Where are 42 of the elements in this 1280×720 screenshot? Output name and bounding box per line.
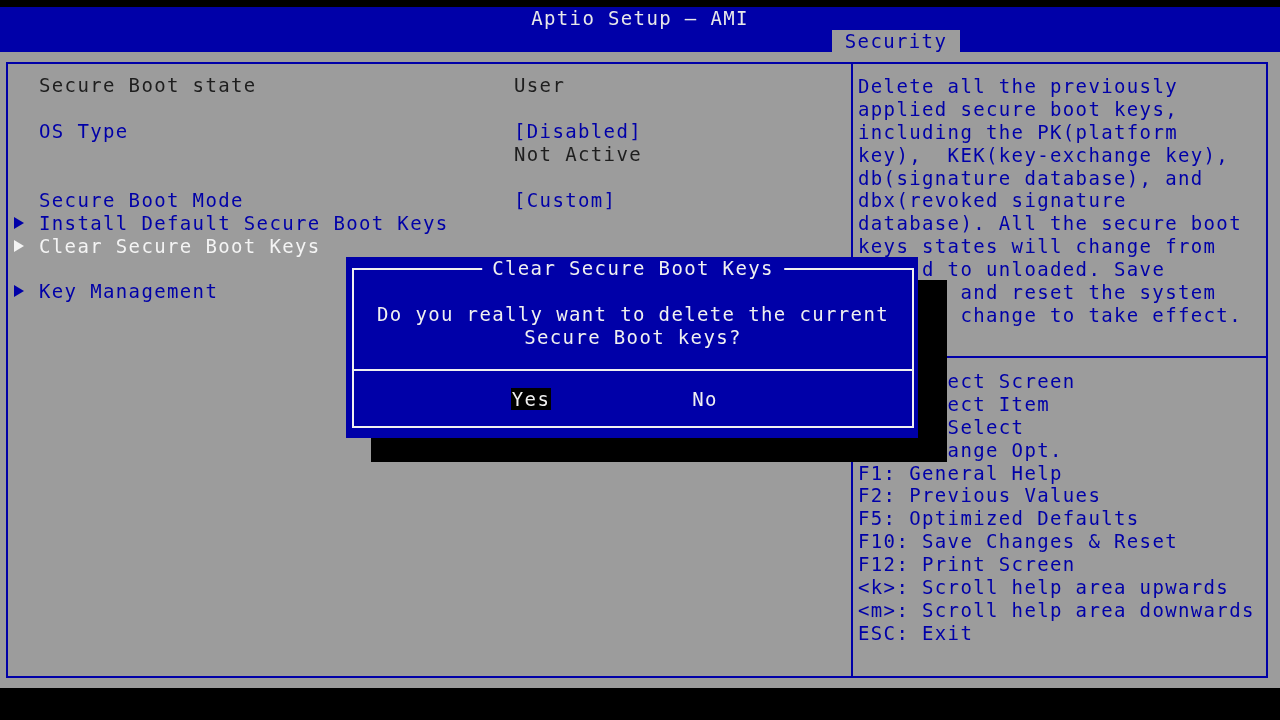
key-hint: <k>: Scroll help area upwards: [858, 576, 1230, 598]
help-text: change to take effect.: [960, 303, 1242, 326]
key-hint: ect Item: [947, 392, 1050, 415]
key-hint: F5: Optimized Defaults: [858, 507, 1140, 530]
setting-label[interactable]: OS Type: [39, 120, 129, 143]
help-text: database). All the secure boot: [858, 212, 1242, 235]
submenu-arrow-icon: [13, 284, 25, 299]
setting-value[interactable]: [Custom]: [514, 188, 617, 211]
key-hint: F1: General Help: [858, 461, 1063, 484]
setting-value: Not Active: [514, 143, 642, 166]
submenu-arrow-icon: [13, 215, 25, 230]
menu-item[interactable]: Install Default Secure Boot Keys: [8, 211, 449, 234]
help-text: d to unloaded. Save: [922, 258, 1166, 281]
help-text: db(signature database), and: [858, 166, 1204, 189]
dialog-title: Clear Secure Boot Keys: [482, 257, 784, 279]
key-hint: F12: Print Screen: [858, 553, 1076, 576]
dialog-button[interactable]: No: [691, 387, 719, 410]
help-text: applied secure boot keys,: [858, 97, 1178, 120]
menu-item[interactable]: Clear Secure Boot Keys: [8, 234, 321, 257]
menu-item[interactable]: Key Management: [8, 280, 219, 303]
setting-value: User: [514, 74, 566, 97]
help-text: and reset the system: [960, 281, 1217, 303]
key-hint: ange Opt.: [947, 438, 1063, 461]
help-text: dbx(revoked signature: [858, 189, 1127, 212]
key-hint: F10: Save Changes & Reset: [858, 530, 1178, 553]
key-hint: ect Screen: [947, 370, 1076, 392]
help-text: including the PK(platform: [858, 120, 1178, 143]
dialog-message: Do you really want to delete the current Secure Boot keys?: [376, 303, 890, 349]
submenu-arrow-icon: [13, 238, 25, 253]
help-text: key), KEK(key-exchange key),: [858, 143, 1230, 166]
key-hint: <m>: Scroll help area downwards: [858, 598, 1255, 621]
setting-value[interactable]: [Disabled]: [514, 120, 642, 143]
tab[interactable]: Security: [832, 30, 960, 52]
key-hint: Select: [947, 415, 1025, 438]
key-hint: ESC: Exit: [858, 621, 974, 644]
window-title: Aptio Setup – AMI: [531, 7, 749, 30]
help-text: Delete all the previously: [858, 75, 1178, 97]
dialog-button[interactable]: Yes: [510, 387, 552, 410]
setting-label[interactable]: Secure Boot Mode: [39, 188, 244, 211]
setting-label: Secure Boot state: [39, 74, 257, 97]
key-hint: F2: Previous Values: [858, 484, 1102, 507]
help-text: keys states will change from: [858, 235, 1217, 258]
